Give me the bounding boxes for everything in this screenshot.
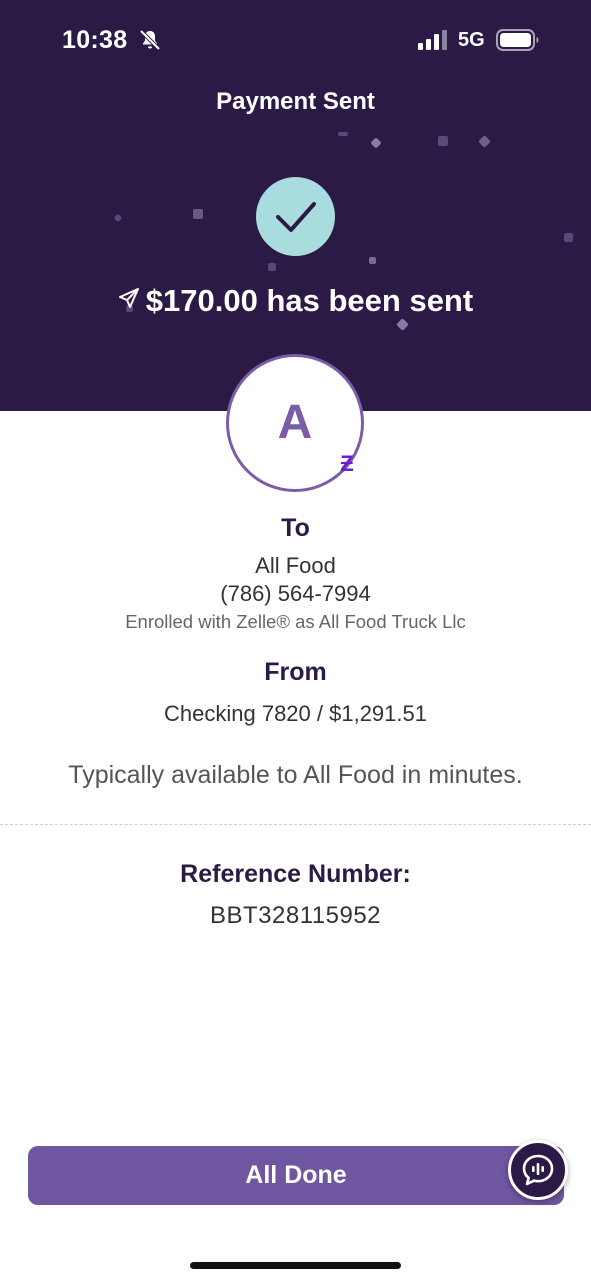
recipient-name: All Food xyxy=(255,553,336,578)
confetti-piece xyxy=(478,135,491,148)
confetti-piece xyxy=(396,318,409,331)
from-label: From xyxy=(264,658,327,686)
confetti-piece xyxy=(193,209,203,219)
confetti-piece xyxy=(268,263,276,271)
confetti-piece xyxy=(113,213,123,223)
signal-icon xyxy=(418,30,447,50)
chat-button[interactable] xyxy=(508,1140,568,1200)
home-indicator[interactable] xyxy=(190,1262,401,1269)
recipient-phone: (786) 564-7994 xyxy=(220,581,371,606)
confetti-piece xyxy=(369,257,376,264)
sent-message: $170.00 has been sent xyxy=(145,283,474,318)
status-time: 10:38 xyxy=(62,26,128,54)
to-label: To xyxy=(281,514,310,542)
chat-voice-icon xyxy=(522,1154,554,1186)
all-done-button[interactable]: All Done xyxy=(28,1146,564,1205)
reference-number: BBT328115952 xyxy=(209,902,382,929)
reference-label: Reference Number: xyxy=(180,860,411,888)
status-bar: 10:38 5G xyxy=(0,0,591,80)
recipient-enrolled-text: Enrolled with Zelle® as All Food Truck L… xyxy=(125,611,466,632)
zelle-icon: Ƶ xyxy=(340,451,354,476)
page-title: Payment Sent xyxy=(216,88,375,115)
bell-slash-icon xyxy=(139,29,161,51)
from-account: Checking 7820 / $1,291.51 xyxy=(164,701,427,726)
battery-icon xyxy=(496,29,539,51)
confetti-piece xyxy=(438,136,448,146)
confetti-piece xyxy=(338,132,348,136)
checkmark-icon xyxy=(256,177,335,256)
availability-text: Typically available to All Food in minut… xyxy=(68,761,523,789)
sent-message-row: $170.00 has been sent xyxy=(0,283,591,319)
confetti-piece xyxy=(370,137,382,149)
avatar-letter: A xyxy=(277,396,313,449)
network-label: 5G xyxy=(458,29,485,51)
divider xyxy=(0,824,591,825)
send-icon xyxy=(118,288,139,308)
confetti-piece xyxy=(564,233,573,242)
